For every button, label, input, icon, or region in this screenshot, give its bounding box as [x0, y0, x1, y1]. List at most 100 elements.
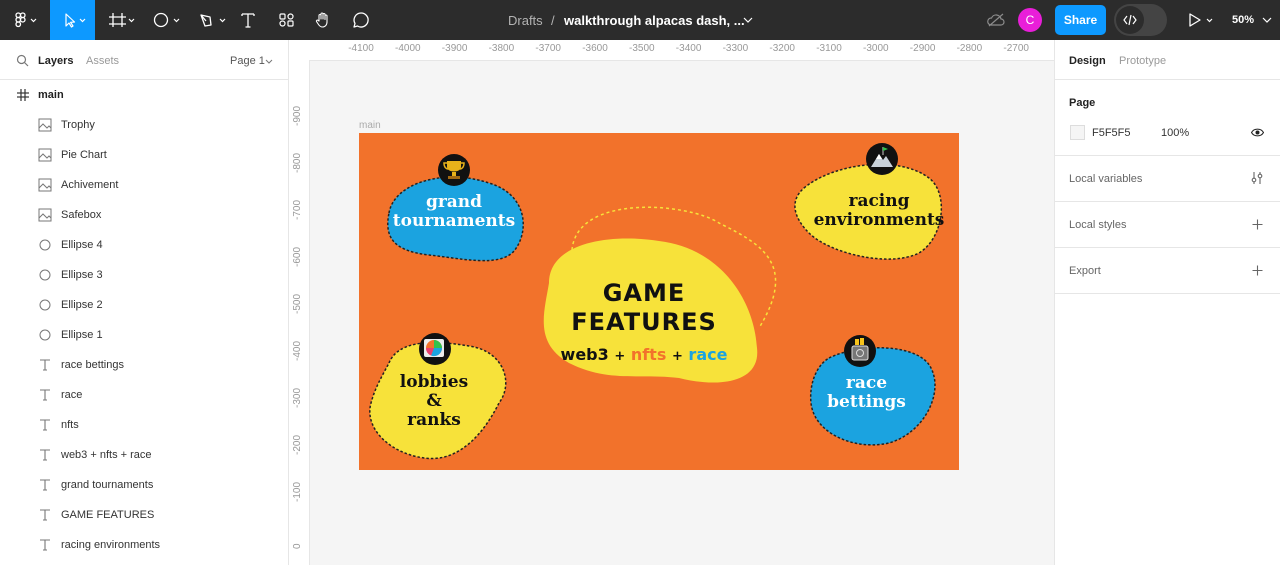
pen-tool-button[interactable] — [193, 0, 233, 40]
resources-button[interactable] — [276, 0, 298, 40]
bettings-line-2: bettings — [827, 392, 906, 412]
page-color-swatch[interactable] — [1070, 125, 1085, 140]
dev-mode-toggle[interactable] — [1114, 4, 1167, 36]
frame-tool-button[interactable] — [100, 0, 140, 40]
ruler-tick-label: -900 — [292, 105, 303, 126]
game-features-title[interactable]: GAME FEATURES — [529, 279, 759, 337]
eye-icon[interactable] — [1251, 128, 1264, 137]
breadcrumb-drafts[interactable]: Drafts — [508, 0, 543, 40]
share-button[interactable]: Share — [1055, 5, 1106, 35]
ruler-tick-label: -2700 — [1003, 43, 1029, 54]
local-variables-label[interactable]: Local variables — [1069, 173, 1142, 185]
ruler-tick-label: -3600 — [582, 43, 608, 54]
ruler-tick-label: -800 — [292, 152, 303, 173]
layer-row[interactable]: Trophy — [0, 110, 288, 140]
image-icon — [38, 208, 52, 222]
layer-label: Ellipse 4 — [61, 239, 103, 251]
racing-line-1: racing — [848, 191, 910, 211]
layer-row[interactable]: web3 + nfts + race — [0, 440, 288, 470]
layer-row[interactable]: Ellipse 1 — [0, 320, 288, 350]
hand-tool-button[interactable] — [312, 0, 334, 40]
layer-row[interactable]: racing environments — [0, 530, 288, 560]
variables-settings-icon[interactable] — [1251, 171, 1263, 185]
layer-row[interactable]: Ellipse 2 — [0, 290, 288, 320]
main-menu-button[interactable] — [0, 0, 50, 40]
text-grand-tournaments[interactable]: grand tournaments — [379, 193, 529, 231]
layer-row[interactable]: race — [0, 380, 288, 410]
artboard-main[interactable]: GAME FEATURES web3 + nfts + race grand t… — [359, 133, 959, 470]
text-icon — [40, 419, 50, 431]
layer-frame-main[interactable]: main — [0, 80, 288, 110]
layer-row[interactable]: Safebox — [0, 200, 288, 230]
pie-chart-icon[interactable] — [424, 339, 444, 357]
text-tool-button[interactable] — [236, 0, 260, 40]
text-racing-environments[interactable]: racing environments — [804, 192, 954, 230]
text-lobbies-ranks[interactable]: lobbies & ranks — [374, 373, 494, 430]
local-styles-label[interactable]: Local styles — [1069, 219, 1126, 231]
tab-design[interactable]: Design — [1069, 55, 1106, 67]
add-export-icon[interactable] — [1252, 265, 1263, 276]
file-name[interactable]: walkthrough alpacas dash, ... — [564, 0, 745, 40]
layer-label: Ellipse 3 — [61, 269, 103, 281]
add-style-icon[interactable] — [1252, 219, 1263, 230]
frame-hash-icon — [109, 13, 135, 27]
pen-icon — [200, 14, 226, 27]
page-section-heading: Page — [1069, 97, 1096, 109]
layer-label: Pie Chart — [61, 149, 107, 161]
tab-prototype[interactable]: Prototype — [1119, 55, 1166, 67]
zoom-chevron-icon[interactable] — [1262, 17, 1272, 23]
cloud-off-icon — [987, 13, 1005, 27]
layer-row[interactable]: GAME FEATURES — [0, 500, 288, 530]
ruler-tick-label: -3700 — [535, 43, 561, 54]
frame-label[interactable]: main — [359, 120, 381, 131]
ruler-tick-label: -300 — [292, 387, 303, 408]
layer-label: web3 + nfts + race — [61, 449, 152, 461]
layer-label: Achivement — [61, 179, 119, 191]
page-selector[interactable]: Page 1 — [230, 55, 265, 67]
text-icon — [40, 539, 50, 551]
layer-row[interactable]: Ellipse 4 — [0, 230, 288, 260]
chevron-down-icon[interactable] — [743, 17, 753, 23]
subtitle-plus: + — [671, 349, 683, 364]
ellipse-tool-icon — [153, 12, 180, 28]
move-tool-button[interactable] — [50, 0, 95, 40]
divider — [1055, 201, 1280, 202]
subtitle-plus: + — [614, 349, 626, 364]
avatar[interactable]: C — [1018, 8, 1042, 32]
layer-row[interactable]: race bettings — [0, 350, 288, 380]
ellipse-icon — [39, 269, 51, 281]
cursor-arrow-icon — [64, 13, 85, 28]
layer-label: Trophy — [61, 119, 95, 131]
subtitle-web3: web3 — [560, 345, 609, 364]
figma-logo-icon — [15, 12, 37, 28]
present-button[interactable] — [1184, 0, 1220, 40]
bettings-line-1: race — [845, 373, 888, 393]
page-color-value[interactable]: F5F5F5 — [1092, 127, 1131, 139]
page-opacity-value[interactable]: 100% — [1161, 127, 1189, 139]
layer-label: race bettings — [61, 359, 124, 371]
zoom-level[interactable]: 50% — [1232, 0, 1254, 40]
tab-layers[interactable]: Layers — [38, 55, 73, 67]
layer-label: Ellipse 1 — [61, 329, 103, 341]
export-label[interactable]: Export — [1069, 265, 1101, 277]
layer-row[interactable]: Achivement — [0, 170, 288, 200]
text-race-bettings[interactable]: race bettings — [804, 374, 929, 412]
layer-row[interactable]: nfts — [0, 410, 288, 440]
layer-row[interactable]: Ellipse 3 — [0, 260, 288, 290]
title-line-1: GAME — [602, 279, 686, 307]
layer-row[interactable]: Pie Chart — [0, 140, 288, 170]
tab-assets[interactable]: Assets — [86, 55, 119, 67]
comment-tool-button[interactable] — [350, 0, 372, 40]
subtitle-web3-nfts-race[interactable]: web3 + nfts + race — [529, 345, 759, 364]
image-icon — [38, 118, 52, 132]
search-icon[interactable] — [16, 54, 29, 67]
ruler-tick-label: -600 — [292, 246, 303, 267]
layer-row[interactable]: grand tournaments — [0, 470, 288, 500]
divider — [1055, 247, 1280, 248]
shape-tool-button[interactable] — [147, 0, 187, 40]
divider — [1055, 155, 1280, 156]
ruler-tick-label: -2800 — [956, 43, 983, 54]
page-chevron-icon[interactable] — [265, 59, 273, 64]
offline-status[interactable] — [985, 0, 1007, 40]
ruler-tick-label: -2900 — [909, 43, 936, 54]
